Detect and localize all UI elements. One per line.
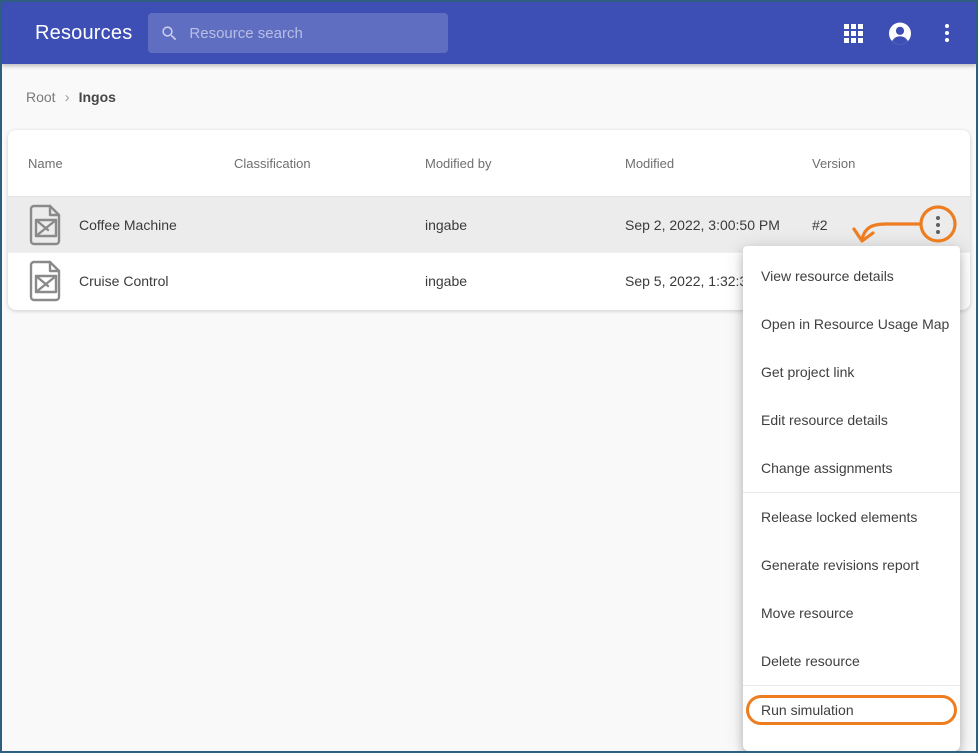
table-row[interactable]: Coffee Machine ingabe Sep 2, 2022, 3:00:…: [8, 197, 970, 252]
breadcrumb-current: Ingos: [79, 89, 116, 105]
row-context-menu: View resource details Open in Resource U…: [743, 246, 960, 751]
app-window: Resources: [0, 0, 978, 753]
breadcrumb: Root › Ingos: [2, 64, 976, 130]
menu-item-get-project-link[interactable]: Get project link: [743, 348, 960, 396]
menu-item-edit-resource-details[interactable]: Edit resource details: [743, 396, 960, 444]
menu-divider: [743, 685, 960, 686]
resource-document-icon: [28, 260, 64, 302]
account-circle-icon[interactable]: [887, 20, 913, 46]
column-header-classification[interactable]: Classification: [234, 156, 425, 171]
menu-item-run-simulation[interactable]: Run simulation: [746, 695, 957, 725]
breadcrumb-root[interactable]: Root: [26, 89, 56, 105]
resource-version: #2: [812, 217, 906, 233]
column-header-name[interactable]: Name: [8, 156, 234, 171]
menu-item-view-resource-details[interactable]: View resource details: [743, 252, 960, 300]
resource-name: Cruise Control: [79, 273, 168, 289]
app-bar-actions: [840, 20, 960, 46]
menu-item-release-locked-elements[interactable]: Release locked elements: [743, 493, 960, 541]
search-box[interactable]: [148, 13, 448, 53]
resource-modified: Sep 2, 2022, 3:00:50 PM: [625, 217, 812, 233]
search-icon: [160, 24, 179, 43]
chevron-right-icon: ›: [65, 89, 70, 106]
menu-item-change-assignments[interactable]: Change assignments: [743, 444, 960, 492]
app-title: Resources: [35, 22, 132, 45]
menu-item-delete-resource[interactable]: Delete resource: [743, 637, 960, 685]
apps-grid-icon[interactable]: [840, 20, 866, 46]
resource-name: Coffee Machine: [79, 217, 177, 233]
resource-modified-by: ingabe: [425, 273, 625, 289]
menu-item-move-resource[interactable]: Move resource: [743, 589, 960, 637]
resource-document-icon: [28, 204, 64, 246]
row-actions-menu-button[interactable]: [918, 205, 958, 245]
search-input[interactable]: [189, 25, 436, 42]
column-header-modified[interactable]: Modified: [625, 156, 812, 171]
app-bar: Resources: [2, 2, 976, 64]
menu-item-open-in-resource-usage-map[interactable]: Open in Resource Usage Map: [743, 300, 960, 348]
column-header-modified-by[interactable]: Modified by: [425, 156, 625, 171]
more-vertical-icon[interactable]: [934, 20, 960, 46]
column-header-version[interactable]: Version: [812, 156, 906, 171]
menu-item-generate-revisions-report[interactable]: Generate revisions report: [743, 541, 960, 589]
table-header-row: Name Classification Modified by Modified…: [8, 130, 970, 197]
resource-modified-by: ingabe: [425, 217, 625, 233]
